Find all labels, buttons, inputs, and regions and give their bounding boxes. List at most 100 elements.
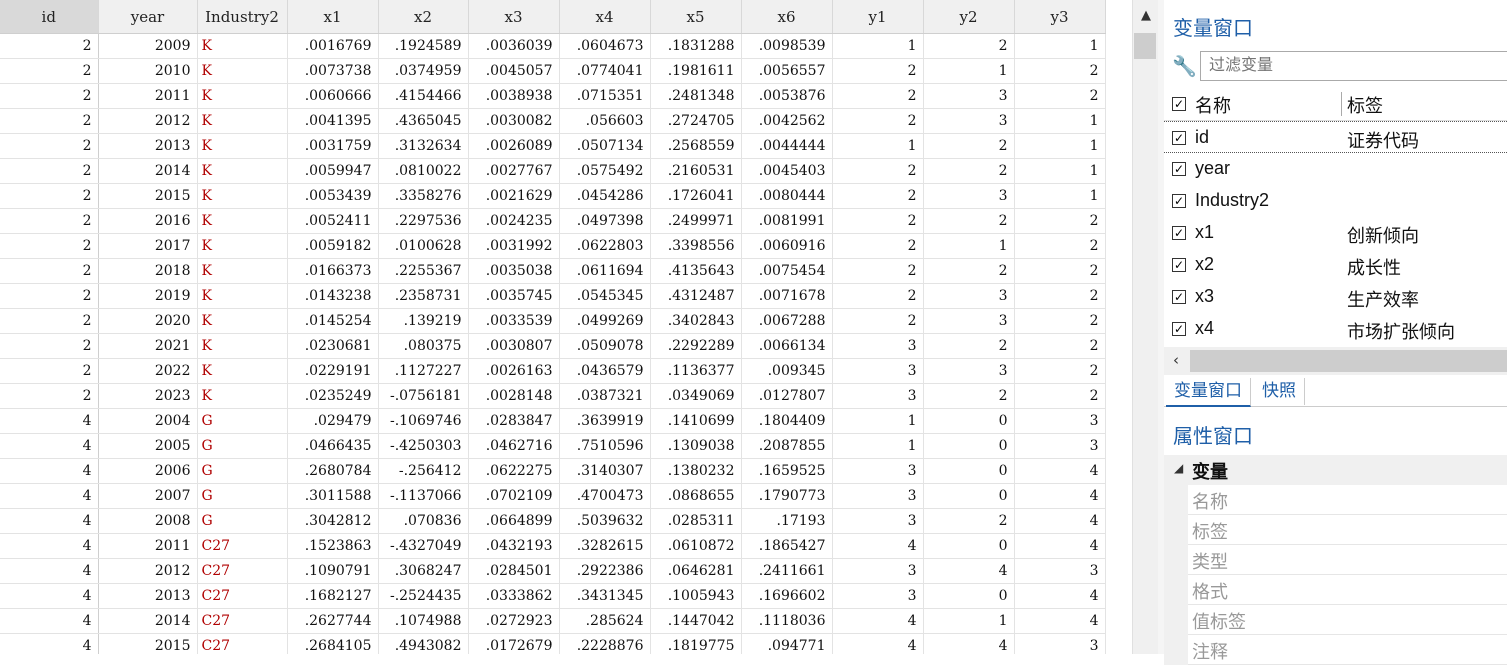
- cell-x3[interactable]: .0035745: [468, 283, 560, 309]
- cell-x1[interactable]: .0059947: [287, 158, 379, 184]
- cell-industry2[interactable]: G: [197, 433, 288, 459]
- cell-x3[interactable]: .0333862: [468, 583, 560, 609]
- cell-y2[interactable]: 3: [923, 183, 1015, 209]
- cell-id[interactable]: 2: [0, 33, 99, 59]
- cell-y2[interactable]: 3: [923, 83, 1015, 109]
- cell-x2[interactable]: .2358731: [378, 283, 469, 309]
- property-row[interactable]: 名称: [1164, 485, 1507, 515]
- cell-x5[interactable]: .1005943: [650, 583, 742, 609]
- cell-y3[interactable]: 2: [1014, 258, 1106, 284]
- cell-x1[interactable]: .3042812: [287, 508, 379, 534]
- cell-x6[interactable]: .0075454: [741, 258, 833, 284]
- cell-id[interactable]: 4: [0, 558, 99, 584]
- table-row[interactable]: 2 2020 K .0145254.139219.0033539.0499269.34…: [0, 308, 1106, 334]
- cell-industry2[interactable]: K: [197, 208, 288, 234]
- cell-x6[interactable]: .1118036: [741, 608, 833, 634]
- property-row[interactable]: 格式: [1164, 575, 1507, 605]
- cell-x5[interactable]: .0646281: [650, 558, 742, 584]
- cell-industry2[interactable]: C27: [197, 533, 288, 559]
- cell-id[interactable]: 4: [0, 633, 99, 654]
- cell-x2[interactable]: .2297536: [378, 208, 469, 234]
- cell-x5[interactable]: .1726041: [650, 183, 742, 209]
- cell-y3[interactable]: 4: [1014, 608, 1106, 634]
- cell-x1[interactable]: .3011588: [287, 483, 379, 509]
- table-row[interactable]: 4 2008 G .3042812.070836.0664899.5039632.02…: [0, 508, 1106, 534]
- cell-industry2[interactable]: C27: [197, 583, 288, 609]
- cell-x3[interactable]: .0622275: [468, 458, 560, 484]
- cell-y2[interactable]: 2: [923, 33, 1015, 59]
- cell-x5[interactable]: .4312487: [650, 283, 742, 309]
- cell-id[interactable]: 2: [0, 308, 99, 334]
- table-row[interactable]: 2 2011 K .0060666.4154466.0038938.0715351.2…: [0, 83, 1106, 109]
- cell-y1[interactable]: 1: [832, 433, 924, 459]
- cell-x4[interactable]: .0604673: [559, 33, 651, 59]
- cell-y2[interactable]: 2: [923, 258, 1015, 284]
- cell-x4[interactable]: .0509078: [559, 333, 651, 359]
- cell-x4[interactable]: .0387321: [559, 383, 651, 409]
- cell-y1[interactable]: 2: [832, 58, 924, 84]
- cell-id[interactable]: 2: [0, 208, 99, 234]
- cell-x4[interactable]: .0454286: [559, 183, 651, 209]
- cell-y3[interactable]: 3: [1014, 408, 1106, 434]
- cell-x2[interactable]: -.2524435: [378, 583, 469, 609]
- cell-y1[interactable]: 2: [832, 233, 924, 259]
- table-row[interactable]: 4 2013 C27.1682127 -.2524435.0333862.343134…: [0, 583, 1106, 609]
- cell-y1[interactable]: 3: [832, 508, 924, 534]
- cell-y3[interactable]: 2: [1014, 233, 1106, 259]
- cell-x4[interactable]: .3431345: [559, 583, 651, 609]
- cell-x2[interactable]: .3132634: [378, 133, 469, 159]
- variable-row-year[interactable]: ✓ year: [1164, 153, 1507, 185]
- cell-y3[interactable]: 1: [1014, 33, 1106, 59]
- cell-industry2[interactable]: K: [197, 133, 288, 159]
- cell-year[interactable]: 2011: [98, 83, 198, 109]
- cell-x6[interactable]: .0081991: [741, 208, 833, 234]
- cell-x6[interactable]: .0042562: [741, 108, 833, 134]
- cell-id[interactable]: 2: [0, 158, 99, 184]
- cell-industry2[interactable]: K: [197, 383, 288, 409]
- cell-x1[interactable]: .0229191: [287, 358, 379, 384]
- cell-id[interactable]: 2: [0, 233, 99, 259]
- cell-y2[interactable]: 1: [923, 58, 1015, 84]
- cell-x4[interactable]: .3140307: [559, 458, 651, 484]
- cell-x1[interactable]: .0031759: [287, 133, 379, 159]
- variable-checkbox[interactable]: ✓: [1172, 258, 1186, 272]
- column-divider[interactable]: [1341, 92, 1342, 116]
- cell-x6[interactable]: .1804409: [741, 408, 833, 434]
- cell-x5[interactable]: .2499971: [650, 208, 742, 234]
- wrench-icon[interactable]: 🔧: [1172, 54, 1197, 78]
- cell-year[interactable]: 2020: [98, 308, 198, 334]
- cell-y3[interactable]: 2: [1014, 83, 1106, 109]
- cell-y3[interactable]: 2: [1014, 383, 1106, 409]
- scrollbar-thumb[interactable]: [1134, 33, 1156, 59]
- cell-y3[interactable]: 2: [1014, 58, 1106, 84]
- column-header-year[interactable]: year: [98, 0, 198, 34]
- cell-x5[interactable]: .2292289: [650, 333, 742, 359]
- cell-x4[interactable]: .0715351: [559, 83, 651, 109]
- cell-year[interactable]: 2007: [98, 483, 198, 509]
- cell-x2[interactable]: .1924589: [378, 33, 469, 59]
- cell-x5[interactable]: .1831288: [650, 33, 742, 59]
- data-table[interactable]: id year Industry2 x1 x2 x3 x4 x5 x6 y1 y2 y3 2 2009 K…: [0, 0, 1106, 654]
- cell-y1[interactable]: 2: [832, 83, 924, 109]
- cell-industry2[interactable]: K: [197, 283, 288, 309]
- table-row[interactable]: 4 2014 C27.2627744.1074988.0272923.285624.…: [0, 608, 1106, 634]
- cell-id[interactable]: 4: [0, 608, 99, 634]
- column-header-x2[interactable]: x2: [378, 0, 469, 34]
- cell-x1[interactable]: .0041395: [287, 108, 379, 134]
- cell-y3[interactable]: 2: [1014, 283, 1106, 309]
- table-row[interactable]: 2 2021 K .0230681.080375.0030807.0509078.22…: [0, 333, 1106, 359]
- cell-y1[interactable]: 2: [832, 208, 924, 234]
- cell-x3[interactable]: .0027767: [468, 158, 560, 184]
- variable-row-x4[interactable]: ✓ x4 市场扩张倾向: [1164, 313, 1507, 345]
- cell-x5[interactable]: .0349069: [650, 383, 742, 409]
- cell-y2[interactable]: 0: [923, 483, 1015, 509]
- cell-x1[interactable]: .0053439: [287, 183, 379, 209]
- cell-x5[interactable]: .1410699: [650, 408, 742, 434]
- cell-x2[interactable]: -.0756181: [378, 383, 469, 409]
- cell-x3[interactable]: .0702109: [468, 483, 560, 509]
- cell-x6[interactable]: .2087855: [741, 433, 833, 459]
- cell-id[interactable]: 2: [0, 283, 99, 309]
- cell-y2[interactable]: 2: [923, 158, 1015, 184]
- cell-y1[interactable]: 3: [832, 483, 924, 509]
- cell-y2[interactable]: 0: [923, 583, 1015, 609]
